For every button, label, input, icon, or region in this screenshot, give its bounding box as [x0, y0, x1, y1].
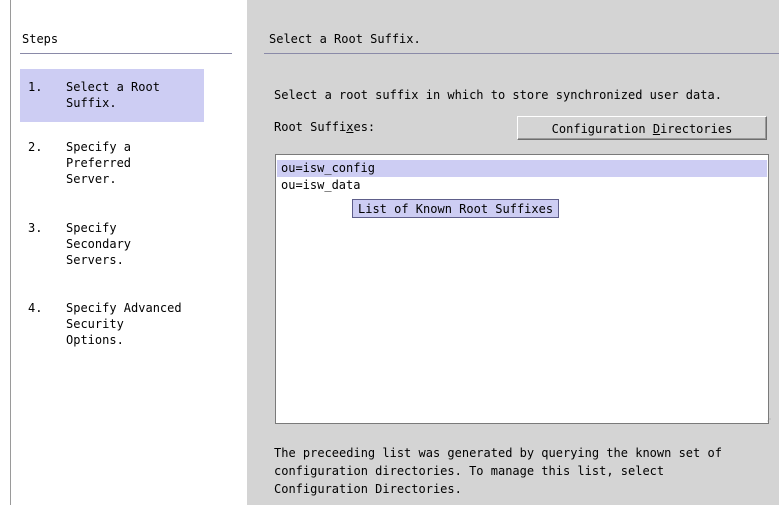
list-tooltip: List of Known Root Suffixes — [352, 199, 560, 218]
list-item[interactable]: ou=isw_config — [277, 160, 767, 177]
page-title: Select a Root Suffix. — [269, 32, 421, 46]
step-number: 3. — [28, 221, 43, 235]
step-specify-preferred-server[interactable]: 2. Specify a Preferred Server. — [20, 139, 204, 189]
step-label: Specify Advanced Security Options. — [66, 301, 182, 347]
steps-title: Steps — [22, 32, 59, 46]
step-label: Select a Root Suffix. — [66, 80, 160, 110]
root-suffixes-label: Root Suffixes: — [274, 120, 376, 134]
step-label: Specify Secondary Servers. — [66, 221, 132, 267]
step-specify-advanced-security[interactable]: 4. Specify Advanced Security Options. — [20, 300, 204, 350]
root-suffixes-list[interactable]: ou=isw_config ou=isw_data — [275, 154, 769, 424]
steps-divider — [20, 53, 232, 54]
step-number: 1. — [28, 80, 43, 94]
step-number: 4. — [28, 301, 43, 315]
title-divider — [264, 53, 779, 54]
instruction-text: Select a root suffix in which to store s… — [274, 88, 722, 102]
step-select-root-suffix[interactable]: 1. Select a Root Suffix. — [20, 69, 204, 122]
resize-grip-icon[interactable]: ⋰ — [765, 418, 771, 425]
configuration-directories-button[interactable]: Configuration Directories — [517, 116, 767, 140]
footer-help-text: The preceeding list was generated by que… — [274, 446, 722, 496]
step-number: 2. — [28, 140, 43, 154]
list-item[interactable]: ou=isw_data — [277, 177, 767, 194]
step-label: Specify a Preferred Server. — [66, 140, 132, 186]
step-specify-secondary-servers[interactable]: 3. Specify Secondary Servers. — [20, 220, 204, 270]
